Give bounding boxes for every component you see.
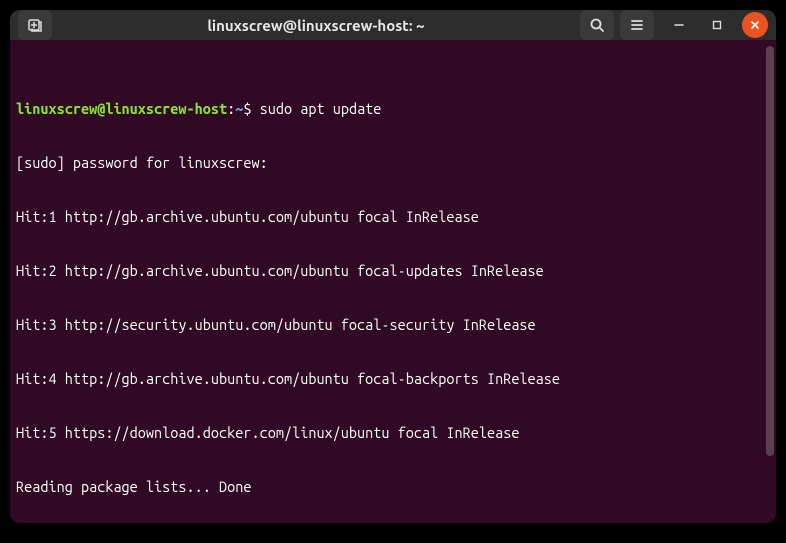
titlebar: linuxscrew@linuxscrew-host: ~ <box>10 10 776 40</box>
output-line: Hit:4 http://gb.archive.ubuntu.com/ubunt… <box>16 370 770 388</box>
output-line: Hit:1 http://gb.archive.ubuntu.com/ubunt… <box>16 208 770 226</box>
window-title: linuxscrew@linuxscrew-host: ~ <box>58 17 574 34</box>
output-line: Hit:5 https://download.docker.com/linux/… <box>16 424 770 442</box>
maximize-icon <box>712 20 722 30</box>
maximize-button[interactable] <box>704 12 730 38</box>
minimize-button[interactable] <box>666 12 692 38</box>
new-tab-icon <box>27 17 43 33</box>
command-text: sudo apt update <box>260 100 382 117</box>
prompt-user-host: linuxscrew@linuxscrew-host <box>16 100 227 117</box>
search-icon <box>589 17 605 33</box>
close-icon <box>750 20 760 30</box>
terminal-body[interactable]: linuxscrew@linuxscrew-host:~$ sudo apt u… <box>10 40 776 523</box>
output-line: Hit:3 http://security.ubuntu.com/ubuntu … <box>16 316 770 334</box>
output-line: [sudo] password for linuxscrew: <box>16 154 770 172</box>
minimize-icon <box>674 20 684 30</box>
menu-icon <box>629 17 645 33</box>
terminal-window: linuxscrew@linuxscrew-host: ~ <box>10 10 776 523</box>
prompt-line-1: linuxscrew@linuxscrew-host:~$ sudo apt u… <box>16 100 770 118</box>
hamburger-menu-button[interactable] <box>620 10 654 40</box>
output-line: Hit:2 http://gb.archive.ubuntu.com/ubunt… <box>16 262 770 280</box>
new-tab-button[interactable] <box>18 10 52 40</box>
scrollbar[interactable] <box>766 46 774 456</box>
search-button[interactable] <box>580 10 614 40</box>
prompt-symbol: $ <box>243 100 251 117</box>
close-button[interactable] <box>742 12 768 38</box>
output-line: Reading package lists... Done <box>16 478 770 496</box>
